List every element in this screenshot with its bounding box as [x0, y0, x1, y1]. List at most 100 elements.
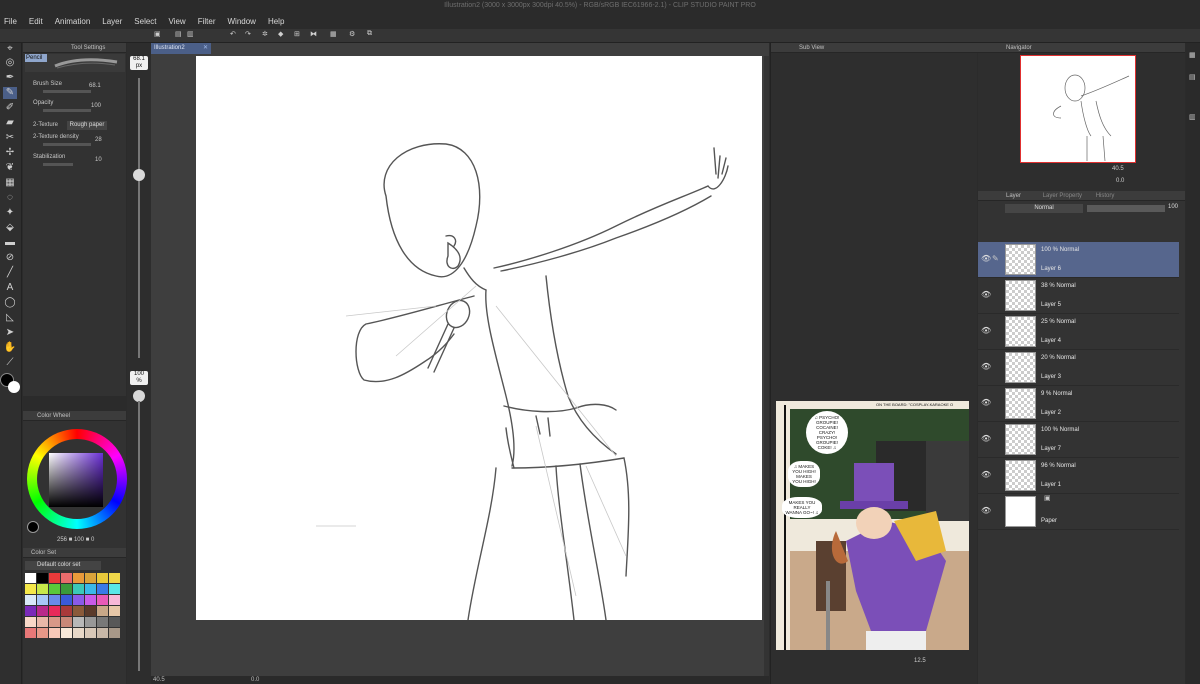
- text-tool-icon[interactable]: A: [3, 282, 17, 294]
- brush-size-slider[interactable]: [43, 90, 91, 93]
- swatch[interactable]: [109, 606, 120, 616]
- eye-icon[interactable]: 👁: [981, 326, 991, 335]
- transform-icon[interactable]: ⊞: [294, 30, 300, 38]
- airbrush-tool-icon[interactable]: ✢: [3, 147, 17, 159]
- swatch[interactable]: [97, 606, 108, 616]
- menu-layer[interactable]: Layer: [102, 17, 122, 26]
- brush-size-track[interactable]: [138, 78, 140, 358]
- undo-icon[interactable]: ↶: [230, 30, 236, 38]
- swatch[interactable]: [73, 595, 84, 605]
- swatch[interactable]: [73, 606, 84, 616]
- panel-icon[interactable]: ▤: [1189, 73, 1196, 81]
- menu-animation[interactable]: Animation: [55, 17, 91, 26]
- swatch[interactable]: [73, 573, 84, 583]
- texture-density-value[interactable]: 28: [95, 137, 102, 143]
- layer-row[interactable]: 👁 96 % Normal Layer 1: [978, 458, 1179, 494]
- new-file-icon[interactable]: ▣: [154, 30, 161, 38]
- clear-icon[interactable]: ✲: [262, 30, 268, 38]
- menu-edit[interactable]: Edit: [29, 17, 43, 26]
- layer-row[interactable]: 👁 100 % Normal Layer 7: [978, 422, 1179, 458]
- opacity-value[interactable]: 100: [91, 103, 101, 109]
- swatch[interactable]: [61, 584, 72, 594]
- layer-row[interactable]: 👁 20 % Normal Layer 3: [978, 350, 1179, 386]
- menu-view[interactable]: View: [169, 17, 186, 26]
- swatch[interactable]: [25, 584, 36, 594]
- brush-tool-icon[interactable]: ✐: [3, 102, 17, 114]
- swatch[interactable]: [49, 595, 60, 605]
- open-file-icon[interactable]: ▤: [175, 30, 182, 38]
- layer-opacity-slider[interactable]: [1087, 205, 1165, 212]
- reference-image[interactable]: ON THE BOARD: "COSPLAY-KARAOKE O ♫ PSYCH…: [776, 401, 969, 650]
- layer-opacity-value[interactable]: 100: [1168, 204, 1178, 210]
- tab-layer[interactable]: Layer: [1006, 193, 1021, 199]
- brush-name-chip[interactable]: Pencil: [25, 54, 47, 62]
- swatch[interactable]: [49, 628, 60, 638]
- eye-icon[interactable]: 👁: [981, 434, 991, 443]
- menu-window[interactable]: Window: [228, 17, 256, 26]
- texture-density-slider[interactable]: [43, 143, 91, 146]
- swatch[interactable]: [61, 573, 72, 583]
- eye-icon[interactable]: 👁: [981, 290, 991, 299]
- texture-value[interactable]: Rough paper: [67, 121, 107, 130]
- saturation-value-square[interactable]: [49, 453, 103, 507]
- swatch[interactable]: [73, 584, 84, 594]
- swatch[interactable]: [25, 573, 36, 583]
- eye-icon[interactable]: 👁: [981, 254, 991, 263]
- blend-mode-dropdown[interactable]: Normal: [1005, 204, 1083, 213]
- balloon-tool-icon[interactable]: ◯: [3, 297, 17, 309]
- eraser-tool-icon[interactable]: ▰: [3, 117, 17, 129]
- swatch[interactable]: [73, 628, 84, 638]
- frame-tool-icon[interactable]: ▦: [3, 177, 17, 189]
- swatch[interactable]: [97, 628, 108, 638]
- settings-icon[interactable]: ⚙: [349, 30, 355, 38]
- swatch[interactable]: [109, 584, 120, 594]
- pencil-tool-icon[interactable]: ✎: [3, 87, 17, 99]
- eyedropper-tool-icon[interactable]: ⟋: [3, 357, 17, 369]
- tab-layer-property[interactable]: Layer Property: [1043, 193, 1082, 199]
- layer-row[interactable]: 👁 38 % Normal Layer 5: [978, 278, 1179, 314]
- eye-icon[interactable]: 👁: [981, 506, 991, 515]
- drawing-canvas[interactable]: [196, 56, 762, 620]
- flip-icon[interactable]: ⧓: [310, 30, 317, 38]
- swatch[interactable]: [109, 595, 120, 605]
- stabilization-value[interactable]: 10: [95, 157, 102, 163]
- zoom-readout[interactable]: 40.5: [153, 677, 165, 683]
- save-icon[interactable]: ▥: [187, 30, 194, 38]
- swatch[interactable]: [37, 584, 48, 594]
- swatch[interactable]: [73, 617, 84, 627]
- lasso-tool-icon[interactable]: ◌: [3, 192, 17, 204]
- swatch[interactable]: [37, 595, 48, 605]
- menu-file[interactable]: File: [4, 17, 17, 26]
- decoration-tool-icon[interactable]: ❦: [3, 162, 17, 174]
- document-tab[interactable]: Illustration2 ✕: [151, 43, 211, 54]
- layer-row[interactable]: 👁 25 % Normal Layer 4: [978, 314, 1179, 350]
- opacity-badge[interactable]: 100 %: [130, 371, 148, 385]
- line-tool-icon[interactable]: ╱: [3, 267, 17, 279]
- pen-tool-icon[interactable]: ✒: [3, 72, 17, 84]
- swatch[interactable]: [37, 617, 48, 627]
- swatch[interactable]: [37, 573, 48, 583]
- tab-history[interactable]: History: [1096, 193, 1115, 199]
- hand-tool-icon[interactable]: ✋: [3, 342, 17, 354]
- swatch[interactable]: [97, 584, 108, 594]
- brush-size-badge[interactable]: 68.1 px: [130, 56, 148, 70]
- swatch[interactable]: [85, 584, 96, 594]
- menu-help[interactable]: Help: [268, 17, 284, 26]
- current-color-swatch[interactable]: [27, 521, 39, 533]
- swatch[interactable]: [85, 595, 96, 605]
- eye-icon[interactable]: 👁: [981, 470, 991, 479]
- layer-row[interactable]: 👁 9 % Normal Layer 2: [978, 386, 1179, 422]
- canvas-vertical-scrollbar[interactable]: [764, 56, 769, 676]
- stabilization-slider[interactable]: [43, 163, 73, 166]
- swatch[interactable]: [49, 584, 60, 594]
- swatch[interactable]: [97, 617, 108, 627]
- swatch[interactable]: [109, 628, 120, 638]
- layer-row[interactable]: 👁 ▣ Paper: [978, 494, 1179, 530]
- swatch[interactable]: [109, 617, 120, 627]
- blend-tool-icon[interactable]: ✂: [3, 132, 17, 144]
- swatch[interactable]: [97, 595, 108, 605]
- opacity-track[interactable]: [138, 401, 140, 671]
- zoom-tool-icon[interactable]: ⌖: [3, 43, 17, 55]
- navigator-angle[interactable]: 0.0: [1116, 178, 1124, 184]
- swatch[interactable]: [25, 595, 36, 605]
